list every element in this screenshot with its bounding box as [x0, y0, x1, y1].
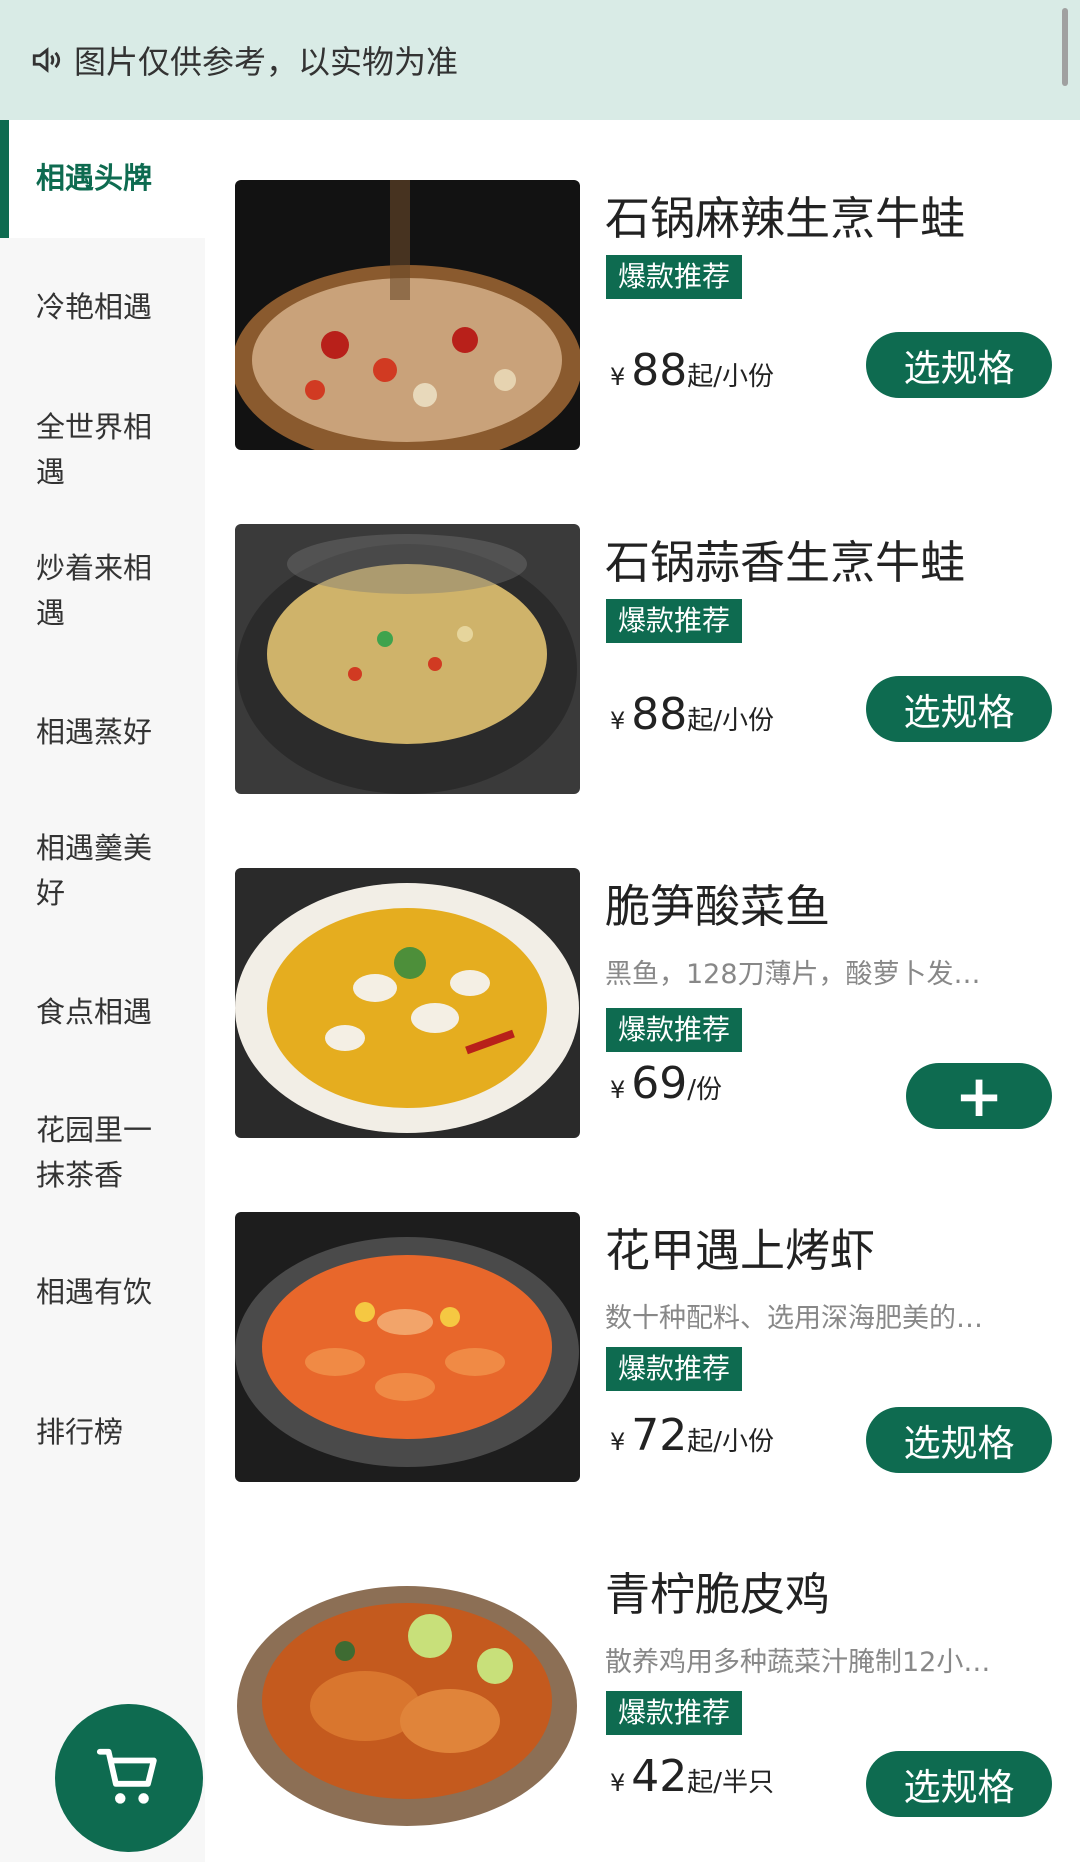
product-item[interactable]: 花甲遇上烤虾 数十种配料、选用深海肥美的… 爆款推荐 ¥72起/小份 选规格	[205, 1152, 1080, 1496]
sidebar-item-world[interactable]: 全世界相遇	[0, 405, 205, 495]
hot-tag: 爆款推荐	[606, 255, 743, 299]
product-description: 数十种配料、选用深海肥美的…	[605, 1303, 983, 1334]
product-image[interactable]	[235, 1556, 580, 1826]
sidebar-item-cold-dishes[interactable]: 冷艳相遇	[0, 285, 205, 330]
sidebar-item-snacks[interactable]: 食点相遇	[0, 990, 205, 1035]
cart-icon	[96, 1748, 157, 1804]
product-price: ¥42起/半只	[610, 1751, 775, 1802]
scrollbar-thumb[interactable]	[1062, 8, 1068, 86]
select-spec-button[interactable]: 选规格	[866, 1407, 1052, 1473]
cart-button[interactable]	[55, 1704, 203, 1852]
speaker-icon	[32, 47, 61, 73]
product-price: ¥88起/小份	[610, 345, 775, 396]
product-image[interactable]	[235, 524, 580, 794]
sidebar-item-steamed[interactable]: 相遇蒸好	[0, 710, 205, 755]
hot-tag: 爆款推荐	[606, 1347, 743, 1391]
select-spec-button[interactable]: 选规格	[866, 676, 1052, 742]
dish-image	[235, 1212, 580, 1482]
product-name: 脆笋酸菜鱼	[605, 880, 831, 933]
product-name: 青柠脆皮鸡	[605, 1568, 831, 1621]
product-price: ¥72起/小份	[610, 1410, 775, 1461]
dish-image	[235, 524, 580, 794]
select-spec-button[interactable]: 选规格	[866, 1751, 1052, 1817]
product-name: 石锅蒜香生烹牛蛙	[605, 536, 966, 589]
product-name: 花甲遇上烤虾	[605, 1224, 876, 1277]
dish-image	[235, 180, 580, 450]
dish-image	[235, 1556, 580, 1826]
product-description: 黑鱼，128刀薄片，酸萝卜发…	[605, 959, 981, 990]
product-price: ¥69/份	[610, 1058, 723, 1109]
product-image[interactable]	[235, 868, 580, 1138]
product-price: ¥88起/小份	[610, 689, 775, 740]
sidebar-item-tea[interactable]: 花园里一抹茶香	[0, 1108, 205, 1198]
hot-tag: 爆款推荐	[606, 1691, 743, 1735]
category-sidebar: 相遇头牌 冷艳相遇 全世界相遇 炒着来相遇 相遇蒸好 相遇羹美好 食点相遇 花园…	[0, 120, 205, 1862]
add-to-cart-button[interactable]: +	[906, 1063, 1052, 1129]
product-name: 石锅麻辣生烹牛蛙	[605, 192, 966, 245]
hot-tag: 爆款推荐	[606, 599, 743, 643]
product-item[interactable]: 脆笋酸菜鱼 黑鱼，128刀薄片，酸萝卜发… 爆款推荐 ¥69/份 +	[205, 808, 1080, 1152]
hot-tag: 爆款推荐	[606, 1008, 743, 1052]
sidebar-item-stir-fry[interactable]: 炒着来相遇	[0, 546, 205, 636]
sidebar-item-signature[interactable]: 相遇头牌	[0, 120, 205, 238]
sidebar-item-ranking[interactable]: 排行榜	[0, 1410, 205, 1455]
product-image[interactable]	[235, 1212, 580, 1482]
product-image[interactable]	[235, 180, 580, 450]
notice-bar: 图片仅供参考，以实物为准	[0, 0, 1080, 120]
sidebar-item-soups[interactable]: 相遇羹美好	[0, 826, 205, 916]
dish-image	[235, 868, 580, 1138]
sidebar-item-drinks[interactable]: 相遇有饮	[0, 1270, 205, 1315]
product-item[interactable]: 青柠脆皮鸡 散养鸡用多种蔬菜汁腌制12小… 爆款推荐 ¥42起/半只 选规格	[205, 1496, 1080, 1840]
select-spec-button[interactable]: 选规格	[866, 332, 1052, 398]
product-item[interactable]: 石锅麻辣生烹牛蛙 爆款推荐 ¥88起/小份 选规格	[205, 120, 1080, 464]
product-description: 散养鸡用多种蔬菜汁腌制12小…	[605, 1647, 991, 1678]
notice-text: 图片仅供参考，以实物为准	[74, 43, 459, 81]
product-item[interactable]: 石锅蒜香生烹牛蛙 爆款推荐 ¥88起/小份 选规格	[205, 464, 1080, 808]
